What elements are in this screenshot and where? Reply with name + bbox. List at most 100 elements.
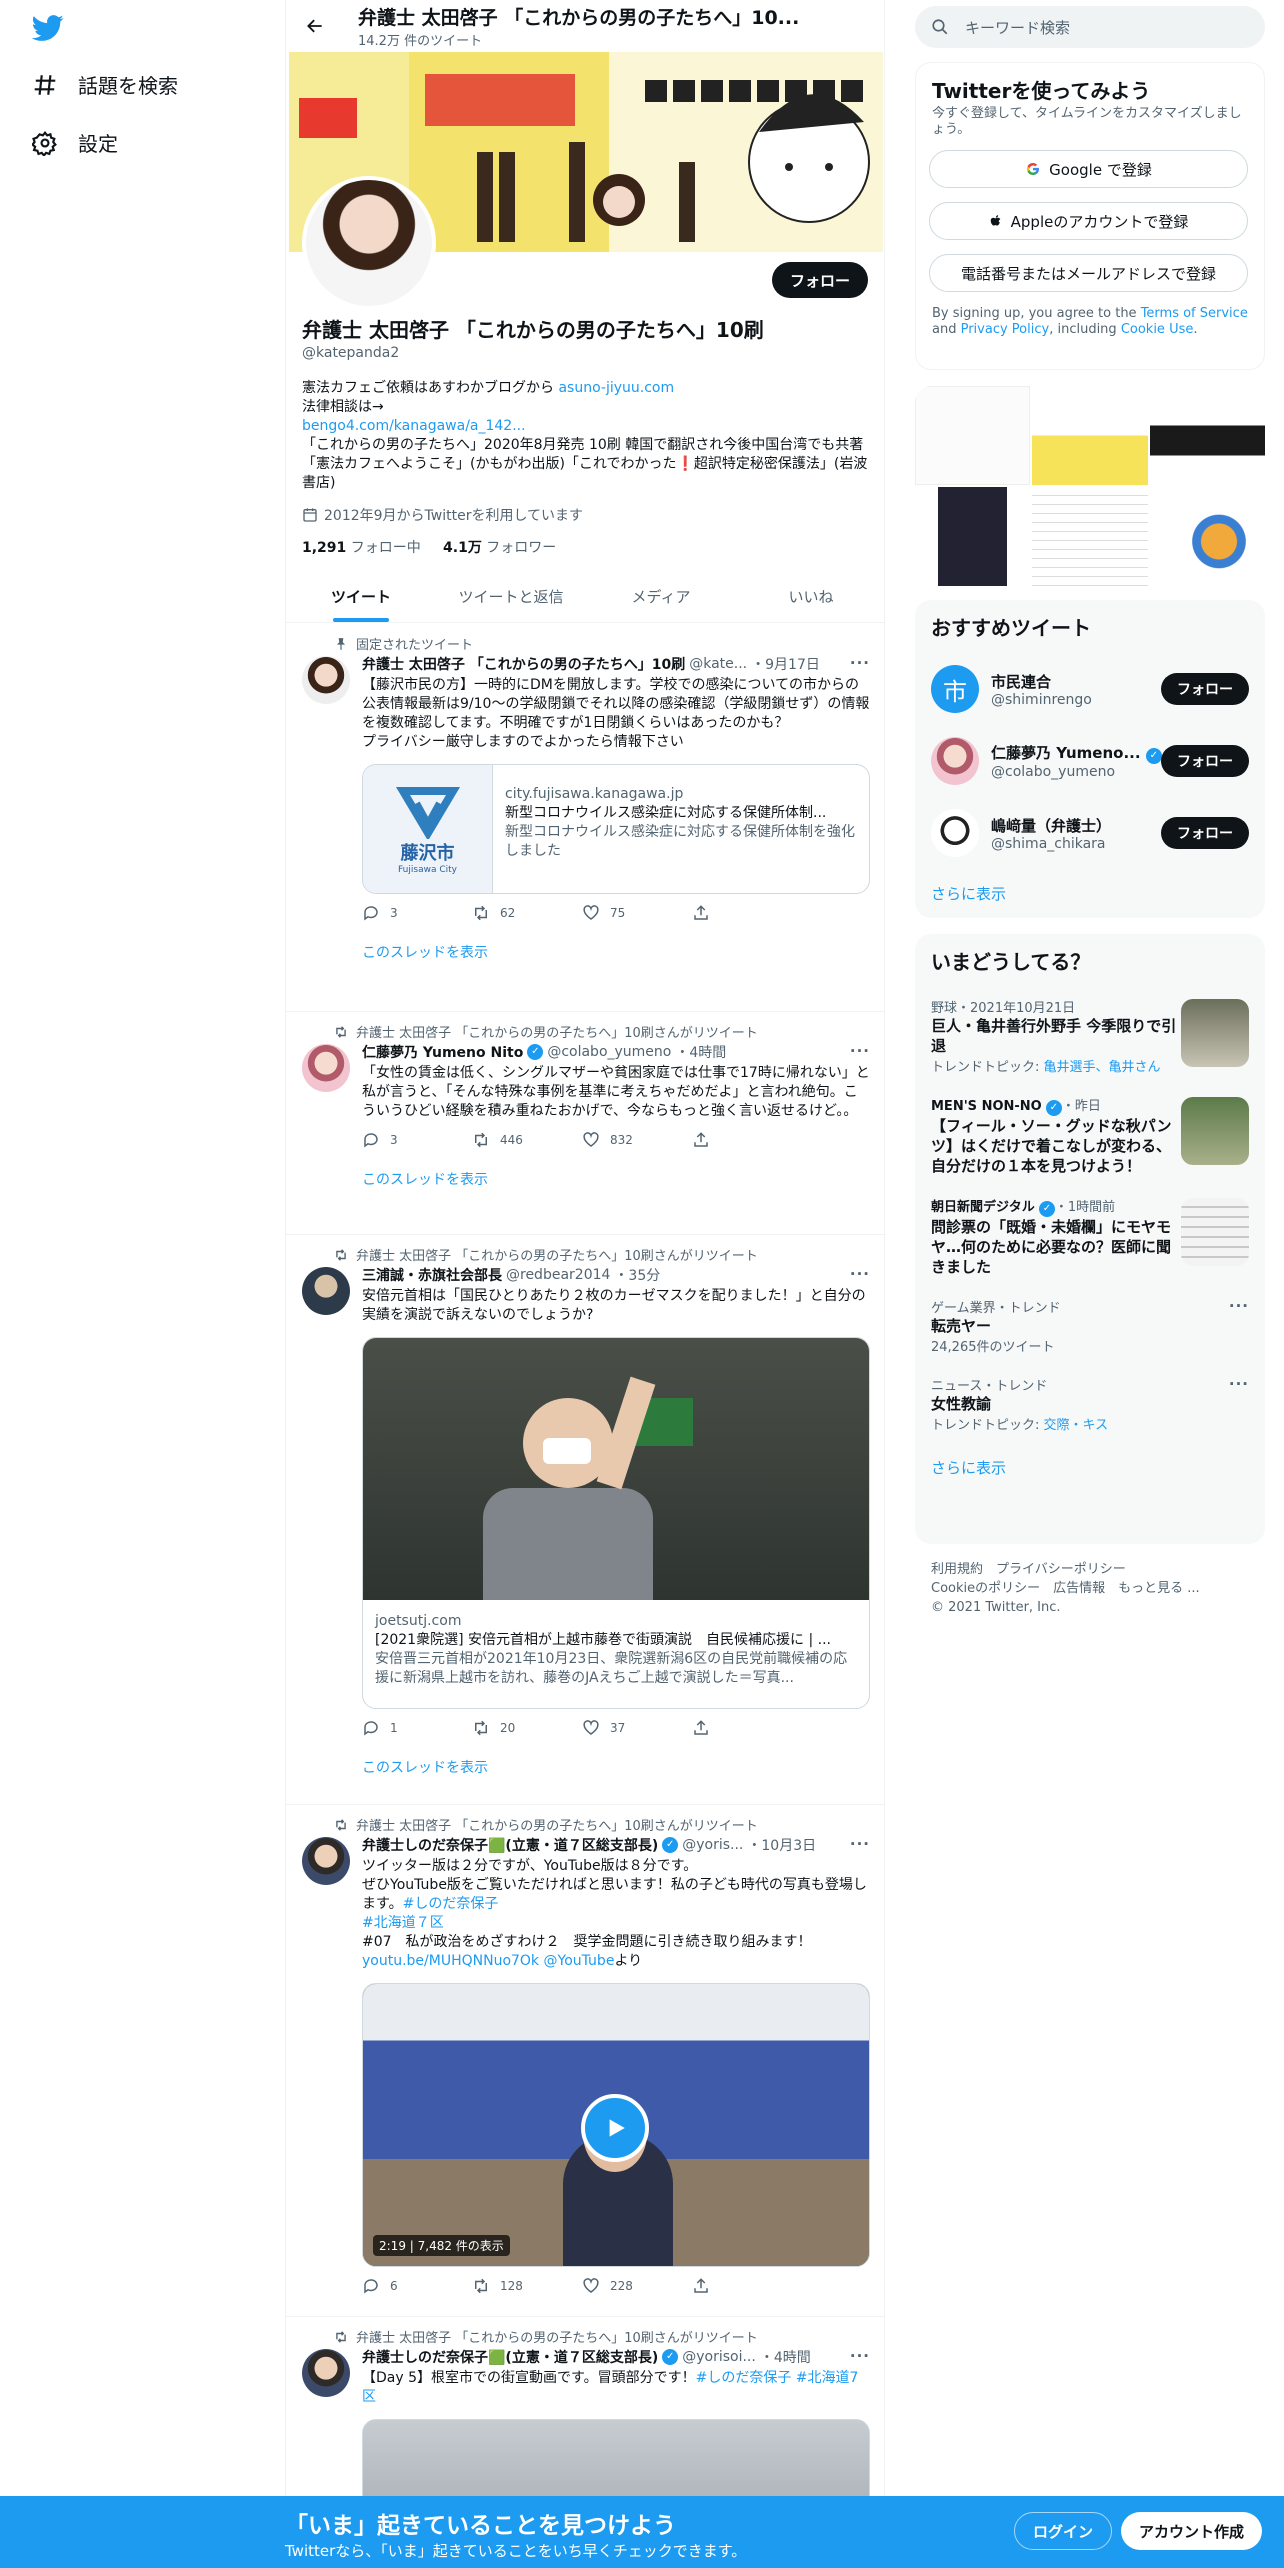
share-button[interactable] [692, 1719, 792, 1737]
tweet-avatar[interactable] [302, 2349, 350, 2397]
profile-avatar[interactable] [302, 176, 436, 310]
media-thumb[interactable] [1032, 386, 1148, 485]
tweet-avatar[interactable] [302, 656, 350, 704]
tweet-author-handle[interactable]: @yorisoi... [682, 2349, 756, 2365]
tweet-retweet-nito[interactable]: 弁護士 太田啓子 「これからの男の子たちへ」10刷さんがリツイート 仁藤夢乃 Y… [286, 1012, 884, 1235]
share-button[interactable] [692, 904, 792, 922]
nav-settings[interactable]: 設定 [32, 128, 118, 157]
trend-item[interactable]: 朝日新聞デジタル ✓ ・1時間前 問診票の「既婚・未婚欄」にモヤモヤ…何のために必… [915, 1186, 1265, 1287]
like-button[interactable]: 75 [582, 904, 682, 922]
tweet-author-name[interactable]: 仁藤夢乃 Yumeno Nito [362, 1042, 523, 1062]
link-card[interactable]: joetsutj.com [2021衆院選] 安倍元首相が上越市藤巻で街頭演説 … [362, 1337, 870, 1709]
like-button[interactable]: 228 [582, 2277, 682, 2295]
more-icon[interactable]: ··· [850, 1835, 870, 1853]
hashtag-link[interactable]: #北海道７区 [362, 1915, 444, 1931]
wtf-follow-button[interactable]: フォロー [1161, 817, 1249, 849]
more-icon[interactable]: ··· [850, 654, 870, 672]
footer-line-1[interactable]: 利用規約 プライバシーポリシー [931, 1560, 1200, 1579]
share-button[interactable] [692, 1131, 792, 1149]
tweet-retweet-shinoda-1[interactable]: 弁護士 太田啓子 「これからの男の子たちへ」10刷さんがリツイート 弁護士しのだ… [286, 1805, 884, 2317]
terms-link[interactable]: Terms of Service [1141, 306, 1248, 321]
footer-line-2[interactable]: Cookieのポリシー 広告情報 もっと見る ... [931, 1579, 1200, 1598]
bio-link-asuno[interactable]: asuno-jiyuu.com [558, 380, 674, 396]
retweet-button[interactable]: 20 [472, 1719, 572, 1737]
tweet-author-name[interactable]: 弁護士しのだ奈保子🟩(立憲・道７区総支部長) [362, 1835, 658, 1855]
followers-link[interactable]: 4.1万 フォロワー [443, 540, 556, 556]
wtf-show-more[interactable]: さらに表示 [915, 869, 1265, 918]
wtf-user[interactable]: 嶋﨑量（弁護士） @shima_chikara フォロー [915, 797, 1265, 869]
back-arrow-icon[interactable] [300, 11, 330, 41]
tweet-time[interactable]: ・9月17日 [751, 654, 820, 674]
trend-item[interactable]: ニュース・トレンド 女性教諭 トレンドトピック: 交際・キス ··· [915, 1365, 1265, 1443]
tweet-author-name[interactable]: 三浦誠・赤旗社会部長 [362, 1265, 502, 1285]
tweet-avatar[interactable] [302, 1044, 350, 1092]
trend-item[interactable]: ゲーム業界・トレンド 転売ヤー 24,265件のツイート ··· [915, 1287, 1265, 1365]
trend-item[interactable]: MEN'S NON-NO ✓ ・昨日 【フィール・ソー・グッドな秋パンツ】はくだけ… [915, 1085, 1265, 1186]
tweet-avatar[interactable] [302, 1267, 350, 1315]
trend-sub-links[interactable]: 亀井選手、亀井さん [1044, 1060, 1161, 1075]
phone-signup-button[interactable]: 電話番号またはメールアドレスで登録 [929, 254, 1248, 292]
media-grid[interactable] [915, 386, 1265, 586]
tab-media[interactable]: メディア [586, 570, 736, 622]
tweet-time[interactable]: ・10月3日 [747, 1835, 816, 1855]
tweet-time[interactable]: ・35分 [614, 1265, 660, 1285]
media-thumb[interactable] [1149, 386, 1265, 485]
profile-follow-button[interactable]: フォロー [771, 262, 868, 298]
tweet-author-handle[interactable]: @redbear2014 [506, 1267, 610, 1283]
bio-link-bengo4[interactable]: bengo4.com/kanagawa/a_142... [302, 418, 526, 434]
like-button[interactable]: 37 [582, 1719, 682, 1737]
twitter-logo-icon[interactable] [30, 12, 66, 44]
tweet-retweet-miura[interactable]: 弁護士 太田啓子 「これからの男の子たちへ」10刷さんがリツイート 三浦誠・赤旗… [286, 1235, 884, 1805]
tweet-author-handle[interactable]: @yoris... [682, 1837, 743, 1853]
reply-button[interactable]: 1 [362, 1719, 462, 1737]
nav-explore[interactable]: 話題を検索 [32, 70, 178, 99]
trend-item[interactable]: 野球・2021年10月21日 巨人・亀井善行外野手 今季限りで引退 トレンドトピ… [915, 987, 1265, 1085]
wtf-user[interactable]: 市 市民連合 @shiminrengo フォロー [915, 653, 1265, 725]
show-thread-link[interactable]: このスレッドを表示 [362, 1757, 870, 1777]
google-signup-button[interactable]: Google で登録 [929, 150, 1248, 188]
wtf-user[interactable]: 仁藤夢乃 Yumeno... ✓ @colabo_yumeno フォロー [915, 725, 1265, 797]
retweet-button[interactable]: 62 [472, 904, 572, 922]
following-link[interactable]: 1,291 フォロー中 [302, 540, 421, 556]
tweet-author-handle[interactable]: @kate... [689, 656, 747, 672]
reply-button[interactable]: 3 [362, 904, 462, 922]
wtf-follow-button[interactable]: フォロー [1161, 745, 1249, 777]
privacy-link[interactable]: Privacy Policy [961, 322, 1050, 337]
more-icon[interactable]: ··· [850, 1042, 870, 1060]
youtube-link[interactable]: youtu.be/MUHQNNuo7Ok [362, 1953, 539, 1969]
more-icon[interactable]: ··· [850, 1265, 870, 1283]
tweet-author-name[interactable]: 弁護士しのだ奈保子🟩(立憲・道７区総支部長) [362, 2347, 658, 2367]
play-icon[interactable] [581, 2094, 649, 2162]
mention-link[interactable]: @YouTube [544, 1953, 615, 1969]
reply-button[interactable]: 6 [362, 2277, 462, 2295]
link-card[interactable]: 藤沢市 Fujisawa City city.fujisawa.kanagawa… [362, 764, 870, 894]
video-player[interactable]: 2:19 | 7,482 件の表示 [362, 1983, 870, 2267]
tweet-author-name[interactable]: 弁護士 太田啓子 「これからの男の子たちへ」10刷 [362, 654, 685, 674]
like-button[interactable]: 832 [582, 1131, 682, 1149]
more-icon[interactable]: ··· [850, 2347, 870, 2365]
reply-button[interactable]: 3 [362, 1131, 462, 1149]
media-thumb[interactable] [915, 386, 1031, 485]
apple-signup-button[interactable]: Appleのアカウントで登録 [929, 202, 1248, 240]
show-thread-link[interactable]: このスレッドを表示 [362, 1169, 870, 1189]
retweet-button[interactable]: 128 [472, 2277, 572, 2295]
more-icon[interactable]: ··· [1229, 1375, 1249, 1393]
tab-tweets[interactable]: ツイート [286, 570, 436, 622]
tweet-time[interactable]: ・4時間 [675, 1042, 726, 1062]
signup-button[interactable]: アカウント作成 [1121, 2512, 1263, 2550]
wtf-follow-button[interactable]: フォロー [1161, 673, 1249, 705]
trend-sub-links[interactable]: 交際・キス [1044, 1418, 1109, 1433]
retweet-button[interactable]: 446 [472, 1131, 572, 1149]
trends-show-more[interactable]: さらに表示 [915, 1443, 1265, 1492]
search-input[interactable]: キーワード検索 [915, 6, 1265, 48]
more-icon[interactable]: ··· [1229, 1297, 1249, 1315]
tweet-avatar[interactable] [302, 1837, 350, 1885]
media-thumb[interactable] [1149, 487, 1265, 586]
tweet-pinned[interactable]: 固定されたツイート 弁護士 太田啓子 「これからの男の子たちへ」10刷 @kat… [286, 624, 884, 1012]
share-button[interactable] [692, 2277, 792, 2295]
media-thumb[interactable] [1032, 487, 1148, 586]
login-button[interactable]: ログイン [1014, 2512, 1113, 2550]
media-thumb[interactable] [915, 487, 1031, 586]
tweet-time[interactable]: ・4時間 [760, 2347, 811, 2367]
hashtag-link[interactable]: #しのだ奈保子 [403, 1896, 499, 1912]
